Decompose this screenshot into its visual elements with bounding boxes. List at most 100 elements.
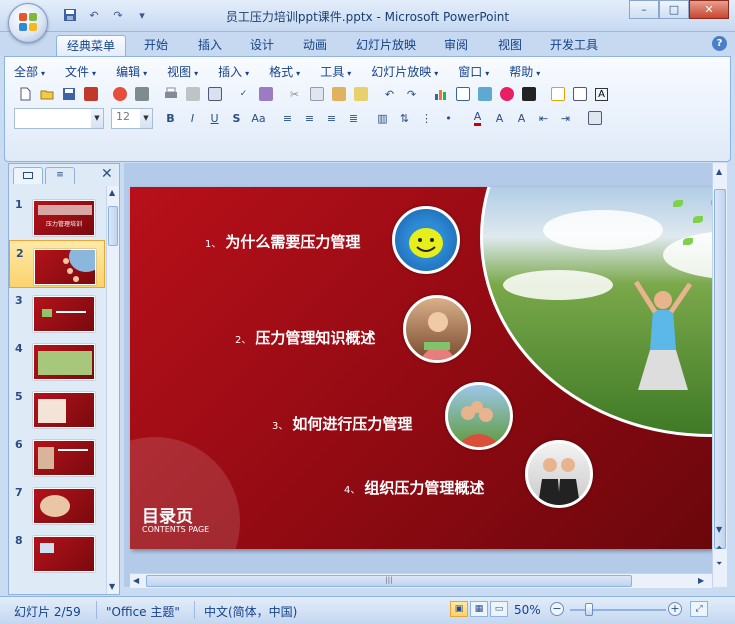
research-icon[interactable]	[255, 84, 276, 104]
scroll-down-icon[interactable]: ▼	[716, 525, 722, 534]
slide-thumbnail[interactable]: 3	[9, 288, 105, 336]
bold-icon[interactable]: B	[160, 108, 181, 128]
scroll-right-icon[interactable]: ▶	[698, 576, 704, 585]
insert-chart-icon[interactable]	[430, 84, 451, 104]
bullets-icon[interactable]: •	[438, 108, 459, 128]
fit-to-window-button[interactable]: ⤢	[690, 601, 708, 617]
italic-icon[interactable]: I	[182, 108, 203, 128]
menu-window[interactable]: 窗口 ▾	[458, 63, 489, 80]
font-size-select[interactable]: 12 ▼	[111, 108, 153, 129]
menu-all[interactable]: 全部 ▾	[14, 63, 45, 80]
tab-animation[interactable]: 动画	[293, 35, 337, 56]
language-indicator[interactable]: 中文(简体，中国)	[204, 603, 297, 620]
print-icon[interactable]	[160, 84, 181, 104]
prev-slide-icon[interactable]: ⏶	[716, 543, 722, 553]
menu-file[interactable]: 文件 ▾	[65, 63, 96, 80]
paste-icon[interactable]	[328, 84, 349, 104]
tab-review[interactable]: 审阅	[434, 35, 478, 56]
layout-icon[interactable]	[204, 84, 225, 104]
help-icon[interactable]: ?	[712, 36, 727, 51]
shadow-icon[interactable]: S	[226, 108, 247, 128]
scroll-up-icon[interactable]: ▲	[716, 167, 722, 176]
cut-icon[interactable]: ✂	[284, 84, 305, 104]
maximize-button[interactable]: □	[659, 0, 689, 19]
scrollbar-thumb[interactable]	[714, 189, 726, 549]
tab-slides[interactable]	[13, 167, 43, 184]
menu-format[interactable]: 格式 ▾	[269, 63, 300, 80]
menu-help[interactable]: 帮助 ▾	[509, 63, 540, 80]
theme-name[interactable]: "Office 主题"	[106, 603, 180, 620]
zoom-out-button[interactable]: −	[550, 602, 564, 616]
slide-sorter-view-button[interactable]: ▦	[470, 601, 488, 617]
office-button[interactable]	[8, 3, 48, 43]
slide-thumbnail[interactable]: 4	[9, 336, 105, 384]
horizontal-scrollbar[interactable]: ◀ ||| ▶	[130, 573, 712, 588]
minimize-button[interactable]: –	[629, 0, 659, 19]
scroll-up-icon[interactable]: ▲	[109, 188, 115, 197]
close-button[interactable]: ✕	[689, 0, 729, 19]
print-preview-icon[interactable]	[182, 84, 203, 104]
new-icon[interactable]	[14, 84, 35, 104]
insert-table-icon[interactable]	[452, 84, 473, 104]
shapes-icon[interactable]	[584, 108, 605, 128]
toc-item-3[interactable]: 3、 如何进行压力管理	[272, 413, 412, 434]
undo-icon[interactable]: ↶	[379, 84, 400, 104]
slideshow-view-button[interactable]: ▭	[490, 601, 508, 617]
slide-thumbnail[interactable]: 5	[9, 384, 105, 432]
change-case-icon[interactable]: Aa	[248, 108, 269, 128]
slide-thumbnail[interactable]: 8	[9, 528, 105, 576]
menu-slideshow[interactable]: 幻灯片放映 ▾	[371, 63, 438, 80]
menu-insert[interactable]: 插入 ▾	[218, 63, 249, 80]
insert-picture-icon[interactable]	[474, 84, 495, 104]
slides-panel-scrollbar[interactable]: ▲ ▼	[106, 186, 119, 594]
zoom-slider-handle[interactable]	[585, 603, 593, 616]
tab-view[interactable]: 视图	[488, 35, 532, 56]
tab-design[interactable]: 设计	[240, 35, 284, 56]
scrollbar-thumb[interactable]: |||	[146, 575, 632, 587]
shrink-font-icon[interactable]: A	[511, 108, 532, 128]
copy-icon[interactable]	[306, 84, 327, 104]
numbering-icon[interactable]: ⋮	[416, 108, 437, 128]
decrease-indent-icon[interactable]: ⇤	[533, 108, 554, 128]
toc-item-1[interactable]: 1、 为什么需要压力管理	[205, 231, 360, 252]
align-left-icon[interactable]: ≡	[277, 108, 298, 128]
slide-thumbnail[interactable]: 7	[9, 480, 105, 528]
scroll-left-icon[interactable]: ◀	[133, 576, 139, 585]
scrollbar-thumb[interactable]	[108, 206, 118, 246]
normal-view-button[interactable]: ▣	[450, 601, 468, 617]
zoom-level[interactable]: 50%	[514, 603, 541, 617]
open-icon[interactable]	[36, 84, 57, 104]
spelling-icon[interactable]: ✓	[233, 84, 254, 104]
tab-outline[interactable]: ≡	[45, 167, 75, 184]
justify-icon[interactable]: ≣	[343, 108, 364, 128]
align-right-icon[interactable]: ≡	[321, 108, 342, 128]
new-slide-icon[interactable]	[547, 84, 568, 104]
grow-font-icon[interactable]: A	[489, 108, 510, 128]
tab-developer[interactable]: 开发工具	[540, 35, 608, 56]
save-icon[interactable]	[58, 84, 79, 104]
align-center-icon[interactable]: ≡	[299, 108, 320, 128]
slide-layout-icon[interactable]	[569, 84, 590, 104]
format-painter-icon[interactable]	[350, 84, 371, 104]
zoom-in-button[interactable]: +	[668, 602, 682, 616]
text-direction-icon[interactable]: ⇅	[394, 108, 415, 128]
permission-icon[interactable]	[80, 84, 101, 104]
underline-icon[interactable]: U	[204, 108, 225, 128]
text-box-icon[interactable]: A	[591, 84, 612, 104]
increase-indent-icon[interactable]: ⇥	[555, 108, 576, 128]
toc-item-4[interactable]: 4、 组织压力管理概述	[344, 477, 484, 498]
font-color-icon[interactable]: A	[467, 108, 488, 128]
toc-item-2[interactable]: 2、 压力管理知识概述	[235, 327, 375, 348]
scroll-down-icon[interactable]: ▼	[109, 582, 115, 591]
slide-canvas[interactable]: 1、 为什么需要压力管理 2、 压力管理知识概述 3、 如何进行压力管理 4、 组织压力…	[130, 187, 712, 549]
grayscale-icon[interactable]	[518, 84, 539, 104]
close-icon[interactable]: ✕	[101, 166, 113, 182]
menu-tools[interactable]: 工具 ▾	[320, 63, 351, 80]
slide-thumbnail[interactable]: 6	[9, 432, 105, 480]
tab-home[interactable]: 开始	[134, 35, 178, 56]
next-slide-icon[interactable]: ⏷	[716, 559, 722, 569]
tab-insert[interactable]: 插入	[188, 35, 232, 56]
menu-edit[interactable]: 编辑 ▾	[116, 63, 147, 80]
tab-classic-menu[interactable]: 经典菜单	[56, 35, 127, 56]
columns-icon[interactable]: ▥	[372, 108, 393, 128]
